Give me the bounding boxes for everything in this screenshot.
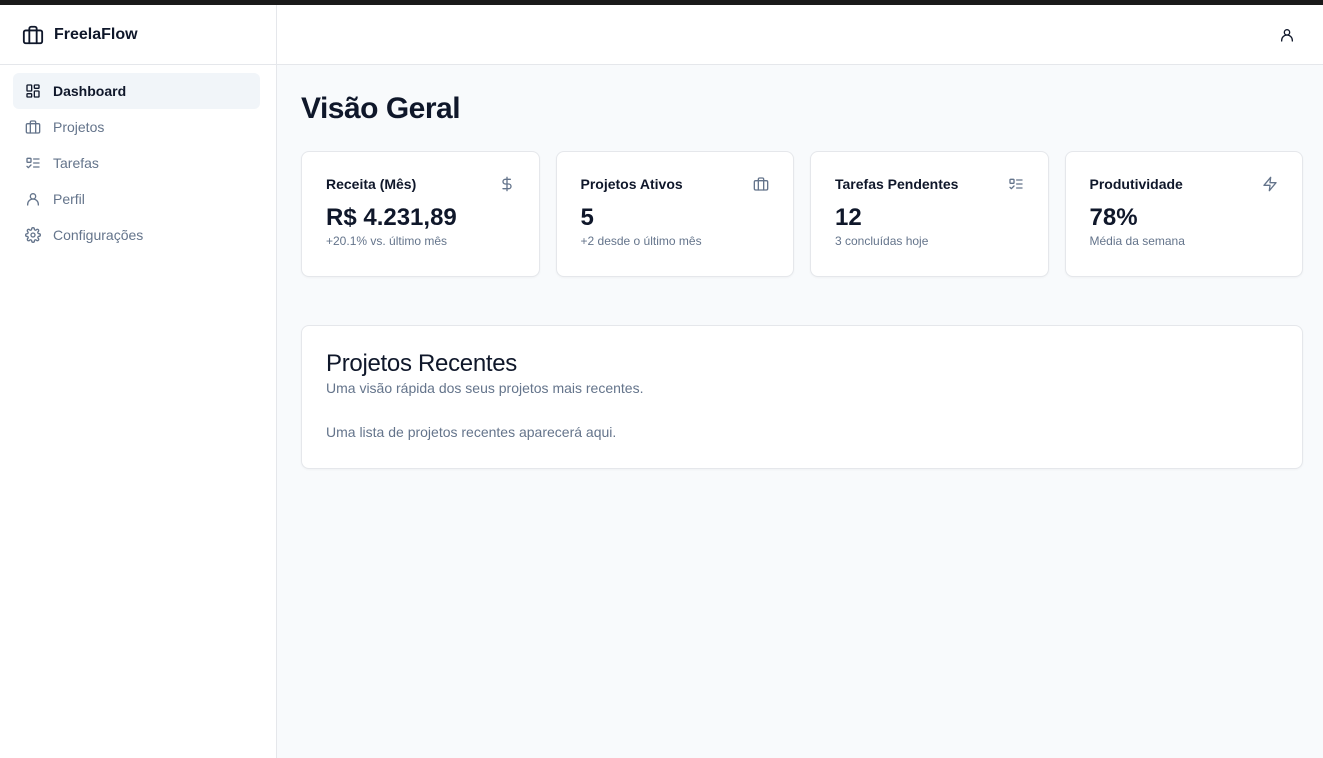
- stat-subtext: 3 concluídas hoje: [835, 234, 929, 248]
- main-area: Visão Geral Receita (Mês) R$ 4.231,89 +2…: [277, 5, 1323, 758]
- briefcase-icon: [25, 119, 41, 135]
- sidebar: FreelaFlow Dashboard Projetos Tarefas Pe…: [0, 5, 277, 758]
- stats-row: Receita (Mês) R$ 4.231,89 +20.1% vs. últ…: [301, 151, 1303, 277]
- stat-subtext: +2 desde o último mês: [580, 234, 702, 248]
- stat-value: R$ 4.231,89: [326, 204, 457, 231]
- dollar-icon: [499, 176, 515, 192]
- app-name: FreelaFlow: [54, 25, 138, 43]
- stat-card-projetos-ativos: Projetos Ativos 5 +2 desde o último mês: [555, 151, 794, 277]
- recent-projects-card: Projetos Recentes Uma visão rápida dos s…: [301, 325, 1303, 469]
- stat-label: Receita (Mês): [326, 176, 417, 192]
- dashboard-icon: [25, 83, 41, 99]
- stat-subtext: Média da semana: [1089, 234, 1185, 248]
- brand[interactable]: FreelaFlow: [0, 5, 276, 65]
- sidebar-item-label: Projetos: [53, 119, 105, 135]
- stat-label: Tarefas Pendentes: [835, 176, 959, 192]
- gear-icon: [25, 227, 41, 243]
- sidebar-item-projetos[interactable]: Projetos: [13, 109, 260, 145]
- sidebar-item-label: Configurações: [53, 227, 144, 243]
- list-checks-icon: [1008, 176, 1024, 192]
- stat-label: Produtividade: [1089, 176, 1183, 192]
- briefcase-icon: [753, 176, 769, 192]
- top-header: [277, 5, 1323, 65]
- recent-projects-empty-state: Uma lista de projetos recentes aparecerá…: [326, 424, 617, 440]
- sidebar-item-label: Dashboard: [53, 83, 127, 99]
- sidebar-item-perfil[interactable]: Perfil: [13, 181, 260, 217]
- zap-icon: [1262, 176, 1278, 192]
- stat-label: Projetos Ativos: [580, 176, 683, 192]
- stat-card-receita: Receita (Mês) R$ 4.231,89 +20.1% vs. últ…: [301, 151, 540, 277]
- sidebar-item-tarefas[interactable]: Tarefas: [13, 145, 260, 181]
- stat-value: 12: [835, 204, 862, 231]
- sidebar-nav: Dashboard Projetos Tarefas Perfil Config…: [0, 65, 276, 253]
- stat-value: 5: [580, 204, 594, 231]
- sidebar-item-dashboard[interactable]: Dashboard: [13, 73, 260, 109]
- recent-projects-description: Uma visão rápida dos seus projetos mais …: [326, 380, 644, 396]
- dashboard-content: Visão Geral Receita (Mês) R$ 4.231,89 +2…: [277, 65, 1323, 469]
- user-icon: [25, 191, 41, 207]
- stat-card-produtividade: Produtividade 78% Média da semana: [1064, 151, 1303, 277]
- sidebar-item-label: Perfil: [53, 191, 85, 207]
- page-title: Visão Geral: [301, 92, 461, 125]
- stat-value: 78%: [1089, 204, 1138, 231]
- recent-projects-title: Projetos Recentes: [326, 350, 518, 377]
- stat-card-tarefas-pendentes: Tarefas Pendentes 12 3 concluídas hoje: [810, 151, 1049, 277]
- user-menu-button[interactable]: [1277, 25, 1297, 45]
- stat-subtext: +20.1% vs. último mês: [326, 234, 448, 248]
- sidebar-item-label: Tarefas: [53, 155, 99, 171]
- sidebar-item-configuracoes[interactable]: Configurações: [13, 217, 260, 253]
- briefcase-icon: [22, 24, 44, 46]
- list-checks-icon: [25, 155, 41, 171]
- user-icon: [1279, 27, 1295, 43]
